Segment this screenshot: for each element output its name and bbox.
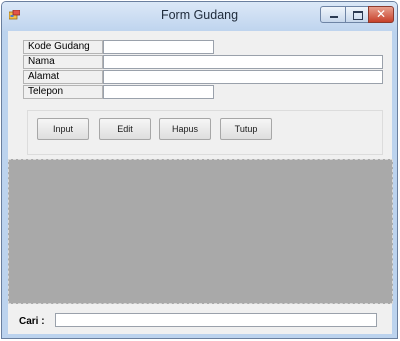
form-client-area: Kode Gudang Nama Alamat Telepon Input Ed…: [8, 31, 393, 334]
telepon-input[interactable]: [103, 85, 214, 99]
alamat-label: Alamat: [23, 70, 103, 84]
minimize-button[interactable]: [320, 6, 346, 23]
kode-gudang-input[interactable]: [103, 40, 214, 54]
maximize-icon: [353, 11, 363, 20]
hapus-button[interactable]: Hapus: [159, 118, 211, 140]
kode-gudang-label: Kode Gudang: [23, 40, 103, 54]
cari-input[interactable]: [55, 313, 377, 327]
input-button[interactable]: Input: [37, 118, 89, 140]
telepon-label: Telepon: [23, 85, 103, 99]
minimize-icon: [330, 16, 338, 18]
edit-button[interactable]: Edit: [99, 118, 151, 140]
cari-label: Cari :: [19, 316, 45, 327]
alamat-input[interactable]: [103, 70, 383, 84]
title-bar[interactable]: Form Gudang ✕: [2, 2, 397, 31]
maximize-button[interactable]: [345, 6, 369, 23]
data-grid[interactable]: [8, 159, 393, 304]
nama-label: Nama: [23, 55, 103, 69]
nama-input[interactable]: [103, 55, 383, 69]
tutup-button[interactable]: Tutup: [220, 118, 272, 140]
close-icon: ✕: [375, 7, 387, 21]
close-button[interactable]: ✕: [368, 6, 394, 23]
form-window: Form Gudang ✕ Kode Gudang Nama Alamat Te…: [1, 1, 398, 339]
